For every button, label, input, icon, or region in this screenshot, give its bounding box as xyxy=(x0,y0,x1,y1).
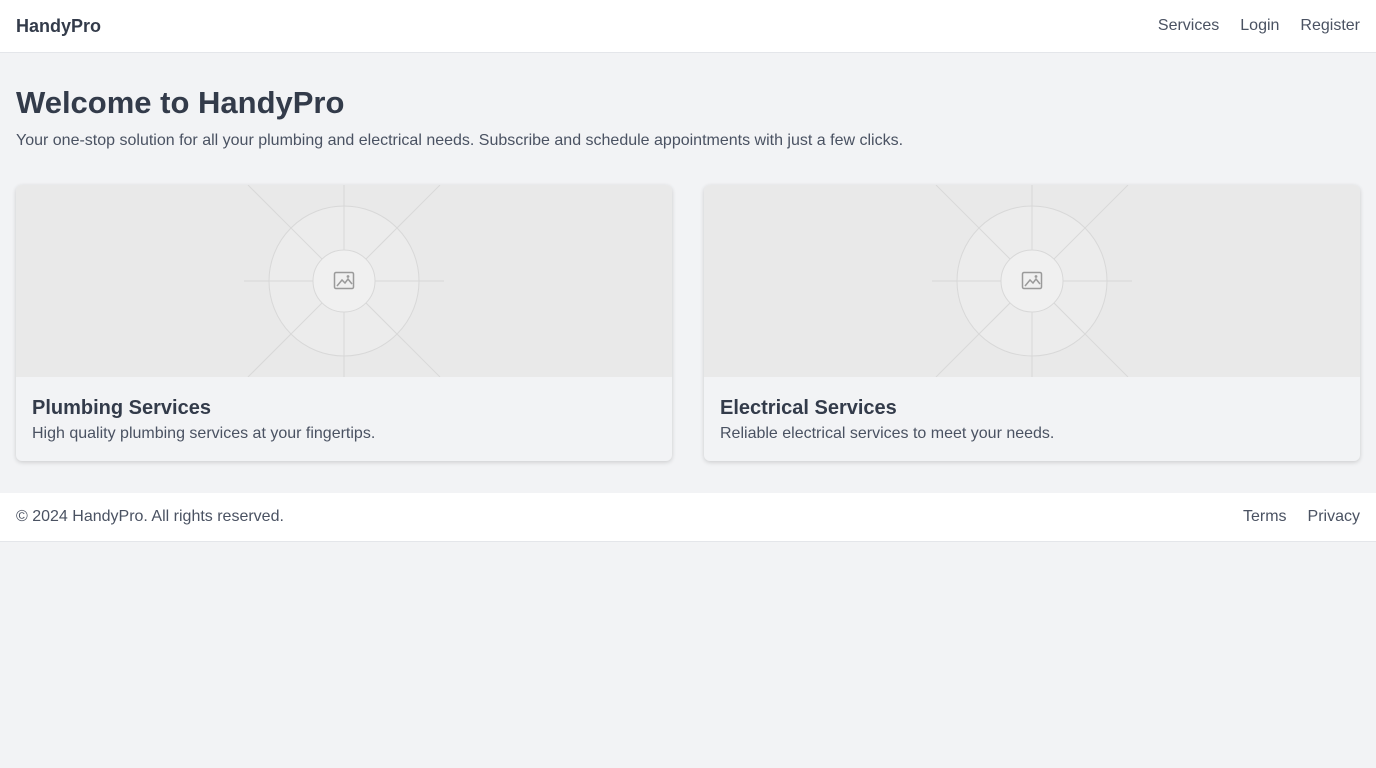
top-navbar: HandyPro Services Login Register xyxy=(0,0,1376,53)
card-description: High quality plumbing services at your f… xyxy=(32,425,376,442)
page-title: Welcome to HandyPro xyxy=(16,85,345,120)
card-body: Electrical Services Reliable electrical … xyxy=(704,377,1360,444)
image-placeholder-icon xyxy=(932,185,1132,377)
page-footer: © 2024 HandyPro. All rights reserved. Te… xyxy=(0,493,1376,542)
service-card-electrical[interactable]: Electrical Services Reliable electrical … xyxy=(704,185,1360,461)
service-card-plumbing[interactable]: Plumbing Services High quality plumbing … xyxy=(16,185,672,461)
main-nav: Services Login Register xyxy=(1158,17,1360,35)
brand-logo-link[interactable]: HandyPro xyxy=(16,16,101,37)
nav-link-register[interactable]: Register xyxy=(1300,17,1360,35)
main-content: Welcome to HandyPro Your one-stop soluti… xyxy=(0,53,1376,493)
footer-link-terms[interactable]: Terms xyxy=(1243,508,1287,526)
card-description: Reliable electrical services to meet you… xyxy=(720,425,1055,442)
card-body: Plumbing Services High quality plumbing … xyxy=(16,377,672,444)
nav-link-login[interactable]: Login xyxy=(1240,17,1279,35)
copyright-text: © 2024 HandyPro. All rights reserved. xyxy=(16,508,284,525)
card-title: Plumbing Services xyxy=(32,397,211,419)
page-subtitle: Your one-stop solution for all your plum… xyxy=(16,132,904,149)
card-image-placeholder xyxy=(704,185,1360,377)
nav-link-services[interactable]: Services xyxy=(1158,17,1219,35)
footer-links: Terms Privacy xyxy=(1243,508,1360,526)
service-cards: Plumbing Services High quality plumbing … xyxy=(16,185,1360,461)
image-placeholder-icon xyxy=(244,185,444,377)
footer-link-privacy[interactable]: Privacy xyxy=(1308,508,1360,526)
card-title: Electrical Services xyxy=(720,397,897,419)
card-image-placeholder xyxy=(16,185,672,377)
